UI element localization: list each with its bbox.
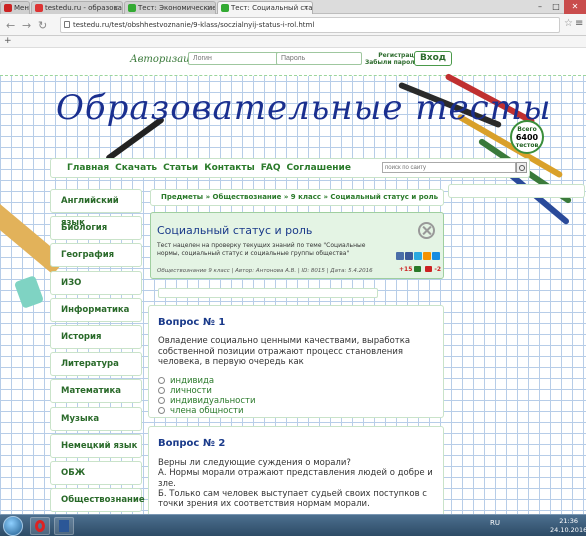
minimize-button[interactable]: – <box>532 0 548 14</box>
language-indicator[interactable]: RU <box>490 519 500 527</box>
vk-icon[interactable] <box>396 252 404 260</box>
sidebar-item-obzh[interactable]: ОБЖ <box>50 460 142 485</box>
tests-count-badge: Всего 6400 тестов <box>510 120 544 154</box>
votes: +15 -2 <box>399 266 441 273</box>
page-info-icon <box>64 21 70 28</box>
sidebar-item-literature[interactable]: Литература <box>50 352 142 377</box>
tab-testedu[interactable]: testedu.ru - образовательн× <box>31 1 123 14</box>
back-icon[interactable]: ← <box>6 19 15 32</box>
favicon-icon <box>128 4 136 12</box>
twitter-icon[interactable] <box>414 252 422 260</box>
question-text: Верны ли следующие суждения о морали? А.… <box>158 458 433 510</box>
thumbs-down-icon[interactable] <box>425 266 433 272</box>
eraser-decoration <box>13 275 45 309</box>
question-card: Вопрос № 2 Верны ли следующие суждения о… <box>148 426 444 514</box>
question-text: Овладение социально ценными качествами, … <box>158 336 411 367</box>
tab-menu[interactable]: Меню <box>0 1 30 14</box>
test-meta: Обществознание 9 класс | Автор: Антонова… <box>157 268 373 274</box>
sidebar-item-art[interactable]: ИЗО <box>50 270 142 295</box>
nav-download[interactable]: Скачать <box>115 163 157 173</box>
bookmarks-bar: + <box>0 36 586 48</box>
site-logo[interactable]: Образовательные тесты <box>56 88 552 128</box>
windows-taskbar: RU 21:36 24.10.2016 <box>0 514 586 536</box>
test-title: Социальный статус и роль <box>157 224 313 237</box>
test-description: Тест нацелен на проверку текущих знаний … <box>157 242 366 257</box>
radio-button[interactable] <box>158 377 165 384</box>
reload-icon[interactable]: ↻ <box>38 19 47 32</box>
mailru-icon[interactable] <box>432 252 440 260</box>
site-search-input[interactable] <box>382 162 516 173</box>
question-title: Вопрос № 2 <box>158 438 226 449</box>
question-title: Вопрос № 1 <box>158 317 226 328</box>
nav-home[interactable]: Главная <box>67 163 109 173</box>
votes-minus: -2 <box>434 266 442 273</box>
facebook-icon[interactable] <box>405 252 413 260</box>
close-tab-icon[interactable]: × <box>206 2 212 14</box>
favicon-icon <box>35 4 43 12</box>
add-bookmark-icon[interactable]: + <box>4 36 12 46</box>
opera-icon <box>4 4 12 12</box>
browser-tab-bar: Меню testedu.ru - образовательн× Тест: Э… <box>0 0 586 14</box>
radio-button[interactable] <box>158 387 165 394</box>
ad-placeholder <box>158 288 378 298</box>
answer-options: индивида личности индивидуальности члена… <box>158 376 255 416</box>
sidebar-item-german[interactable]: Немецкий язык <box>50 433 142 458</box>
subjects-sidebar: Английский язык Биология География ИЗО И… <box>50 189 145 514</box>
nav-faq[interactable]: FAQ <box>261 163 281 173</box>
search-icon[interactable] <box>516 162 527 173</box>
close-icon[interactable] <box>418 222 435 239</box>
start-button[interactable] <box>3 516 23 536</box>
close-tab-icon[interactable]: × <box>303 2 309 14</box>
right-panel <box>448 184 585 198</box>
sidebar-item-music[interactable]: Музыка <box>50 406 142 431</box>
bookmark-star-icon[interactable]: ☆ <box>564 18 573 29</box>
login-button[interactable]: Вход <box>414 51 452 66</box>
sidebar-item-english[interactable]: Английский язык <box>50 189 142 228</box>
question-card: Вопрос № 1 Овладение социально ценными к… <box>148 305 444 418</box>
nav-articles[interactable]: Статьи <box>163 163 198 173</box>
auth-strip: Авторизация Регистрация Забыли пароль? В… <box>0 48 586 76</box>
sidebar-item-social-studies[interactable]: Обществознание <box>50 488 145 513</box>
address-bar-row: ← → ↻ testedu.ru/test/obshhestvoznanie/9… <box>0 14 586 36</box>
answer-option[interactable]: члена общности <box>158 406 255 416</box>
close-window-button[interactable]: ✕ <box>564 0 586 14</box>
tab-economics-test[interactable]: Тест: Экономические сис× <box>124 1 216 14</box>
tab-social-status-test[interactable]: Тест: Социальный статус× <box>217 1 313 14</box>
favicon-icon <box>221 4 229 12</box>
nav-contacts[interactable]: Контакты <box>204 163 255 173</box>
sidebar-item-geography[interactable]: География <box>50 243 142 268</box>
opera-taskbar-icon[interactable] <box>30 517 50 535</box>
sidebar-item-math[interactable]: Математика <box>50 379 142 404</box>
sidebar-item-biology[interactable]: Биология <box>50 216 142 241</box>
test-info-card: Социальный статус и роль Тест нацелен на… <box>150 212 444 279</box>
thumbs-up-icon[interactable] <box>414 266 422 272</box>
radio-button[interactable] <box>158 397 165 404</box>
answer-option[interactable]: индивида <box>158 376 255 386</box>
maximize-button[interactable]: □ <box>548 0 564 14</box>
forward-icon[interactable]: → <box>22 19 31 32</box>
votes-plus: +15 <box>399 266 413 273</box>
web-page: Авторизация Регистрация Забыли пароль? В… <box>0 48 586 514</box>
sidebar-item-informatics[interactable]: Информатика <box>50 297 142 322</box>
menu-icon[interactable]: ≡ <box>575 18 583 29</box>
window-controls: – □ ✕ <box>532 0 586 14</box>
answer-option[interactable]: индивидуальности <box>158 396 255 406</box>
share-buttons <box>396 252 441 260</box>
url-input[interactable]: testedu.ru/test/obshhestvoznanie/9-klass… <box>60 17 560 33</box>
sidebar-item-history[interactable]: История <box>50 324 142 349</box>
answer-option[interactable]: личности <box>158 386 255 396</box>
radio-button[interactable] <box>158 407 165 414</box>
odnoklassniki-icon[interactable] <box>423 252 431 260</box>
word-taskbar-icon[interactable] <box>54 517 74 535</box>
close-tab-icon[interactable]: × <box>113 2 119 14</box>
nav-agreement[interactable]: Соглашение <box>286 163 350 173</box>
breadcrumb[interactable]: Предметы » Обществознание » 9 класс » Со… <box>150 189 444 206</box>
password-input[interactable] <box>276 52 362 65</box>
system-clock[interactable]: 21:36 24.10.2016 <box>550 517 586 535</box>
